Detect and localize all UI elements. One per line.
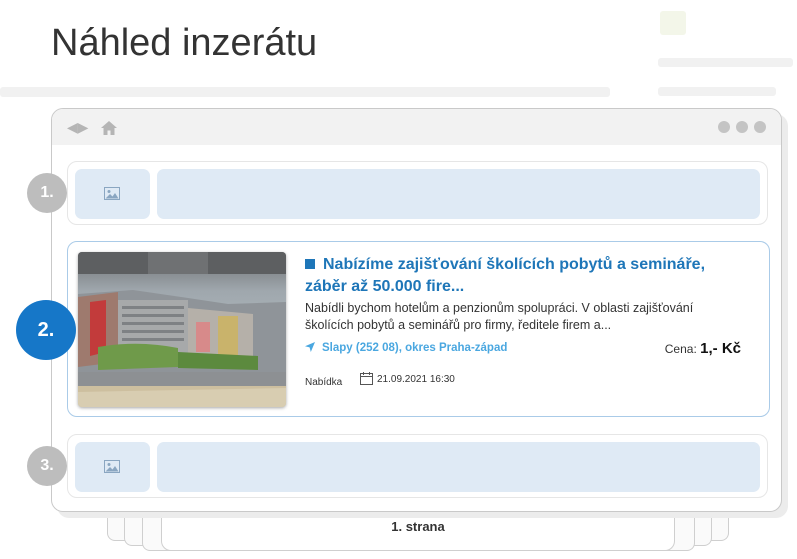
browser-toolbar: ◀ ▶ <box>52 109 781 145</box>
image-icon <box>104 187 120 200</box>
text-placeholder <box>157 442 760 492</box>
listing-location[interactable]: Slapy (252 08), okres Praha-západ <box>305 342 507 354</box>
position-badge-2: 2. <box>16 300 76 360</box>
listing-photo[interactable] <box>78 252 286 407</box>
listing-type: Nabídka <box>305 377 343 388</box>
text-placeholder <box>157 169 760 219</box>
home-icon[interactable] <box>100 120 118 136</box>
listing-description: Nabídli bychom hotelům a penzionům spolu… <box>305 301 694 332</box>
background-text-line <box>0 87 610 97</box>
background-text-line <box>658 58 793 67</box>
image-placeholder <box>75 169 150 219</box>
back-forward-arrows-icon[interactable]: ◀ ▶ <box>67 119 88 136</box>
window-dot-icon <box>718 121 730 133</box>
listing-date-text: 21.09.2021 16:30 <box>377 374 455 385</box>
listing-date: 21.09.2021 16:30 <box>360 372 455 385</box>
position-badge-3: 3. <box>27 446 67 486</box>
listing-placeholder <box>67 434 768 498</box>
window-dot-icon <box>736 121 748 133</box>
listing-price: Cena: 1,- Kč <box>665 340 741 357</box>
listing-card[interactable]: Nabízíme zajišťování školících pobytů a … <box>67 241 770 417</box>
order-icon <box>660 11 686 35</box>
price-value: 1,- Kč <box>700 340 741 357</box>
page-title: Náhled inzerátu <box>51 22 318 64</box>
image-icon <box>104 460 120 473</box>
browser-window: ◀ ▶ Nabízíme zajišťování školících pobyt… <box>51 108 782 512</box>
background-text-line <box>658 87 776 96</box>
location-arrow-icon <box>305 342 315 352</box>
price-label: Cena: <box>664 342 697 356</box>
listing-title[interactable]: Nabízíme zajišťování školících pobytů a … <box>305 254 725 298</box>
listing-placeholder <box>67 161 768 225</box>
position-badge-1: 1. <box>27 173 67 213</box>
listing-title-text[interactable]: Nabízíme zajišťování školících pobytů a … <box>305 256 705 295</box>
calendar-icon <box>360 372 373 385</box>
image-placeholder <box>75 442 150 492</box>
window-dot-icon <box>754 121 766 133</box>
square-bullet-icon <box>305 259 315 269</box>
listing-location-text[interactable]: Slapy (252 08), okres Praha-západ <box>322 342 507 354</box>
